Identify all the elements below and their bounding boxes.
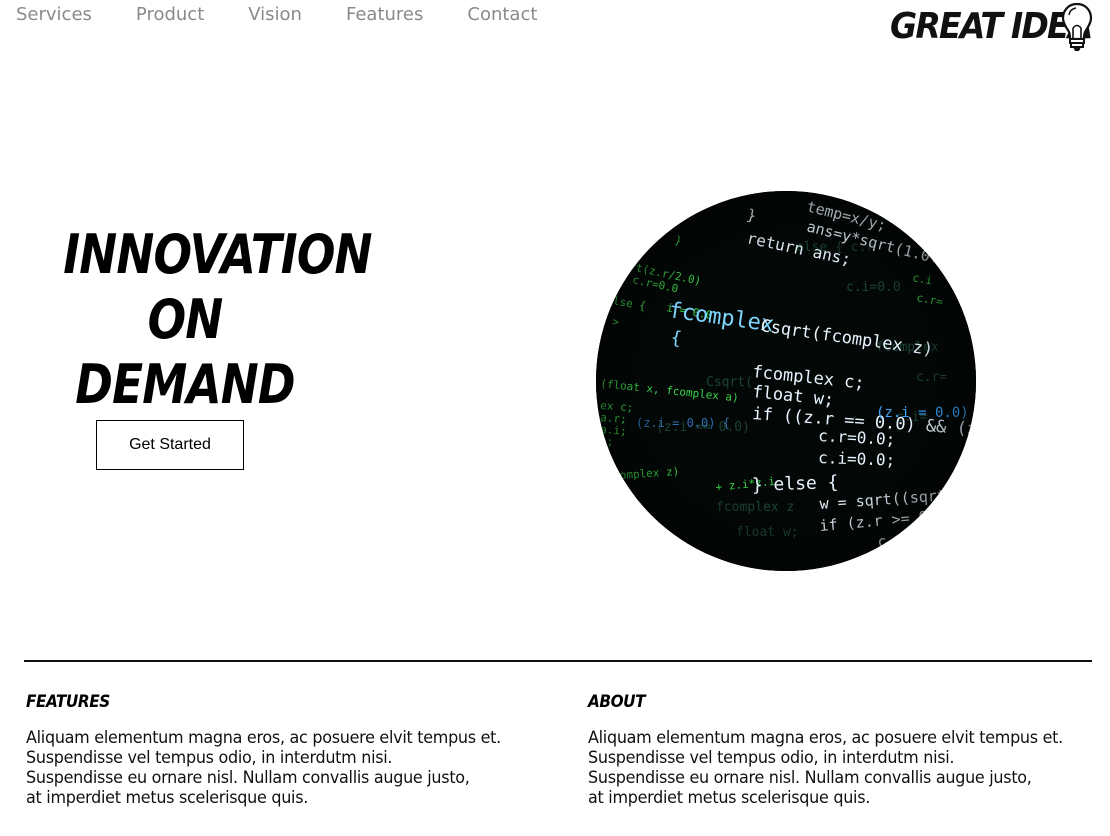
nav-link-product[interactable]: Product bbox=[136, 3, 204, 27]
logo[interactable]: GREAT IDEA bbox=[890, 2, 1109, 53]
nav-link-services[interactable]: Services bbox=[16, 3, 92, 27]
get-started-button[interactable]: Get Started bbox=[96, 420, 244, 470]
nav-link-vision[interactable]: Vision bbox=[248, 3, 302, 27]
features-text-line: at imperdiet metus scelerisque quis. bbox=[26, 788, 309, 808]
features-text-line: Suspendisse eu ornare nisl. Nullam conva… bbox=[26, 768, 470, 788]
about-text-line: Suspendisse eu ornare nisl. Nullam conva… bbox=[588, 768, 1032, 788]
about-text: Aliquam elementum magna eros, ac posuere… bbox=[588, 728, 1110, 808]
lightbulb-icon bbox=[1061, 2, 1093, 51]
code-screen-image: else { c.r c.i=0.0 fcomplex c.r= c.i= fc… bbox=[596, 191, 976, 571]
code-screen-graphic: else { c.r c.i=0.0 fcomplex c.r= c.i= fc… bbox=[596, 191, 976, 571]
about-column: ABOUT Aliquam elementum magna eros, ac p… bbox=[588, 690, 1110, 808]
about-text-line: at imperdiet metus scelerisque quis. bbox=[588, 788, 871, 808]
about-heading: ABOUT bbox=[588, 692, 646, 712]
features-text-line: Aliquam elementum magna eros, ac posuere… bbox=[26, 728, 501, 748]
hero-headline: INNOVATION ON DEMAND bbox=[40, 222, 372, 417]
page: Services Product Vision Features Contact… bbox=[0, 0, 1110, 836]
features-column: FEATURES Aliquam elementum magna eros, a… bbox=[26, 690, 556, 808]
nav-link-features[interactable]: Features bbox=[346, 3, 423, 27]
about-text-line: Suspendisse vel tempus odio, in interdut… bbox=[588, 748, 955, 768]
hero-headline-line-2: ON bbox=[147, 288, 224, 351]
features-heading: FEATURES bbox=[26, 692, 110, 712]
features-text-line: Suspendisse vel tempus odio, in interdut… bbox=[26, 748, 393, 768]
top-navigation: Services Product Vision Features Contact… bbox=[0, 0, 1110, 52]
features-text: Aliquam elementum magna eros, ac posuere… bbox=[26, 728, 556, 808]
nav-link-contact[interactable]: Contact bbox=[467, 3, 537, 27]
hero-headline-line-1: INNOVATION bbox=[63, 223, 372, 286]
hero-headline-line-3: DEMAND bbox=[75, 353, 295, 416]
svg-text:c.i = z.r: c.i = z.r bbox=[616, 550, 687, 565]
about-text-line: Aliquam elementum magna eros, ac posuere… bbox=[588, 728, 1063, 748]
nav-links: Services Product Vision Features Contact bbox=[16, 3, 537, 27]
section-divider bbox=[24, 660, 1092, 662]
